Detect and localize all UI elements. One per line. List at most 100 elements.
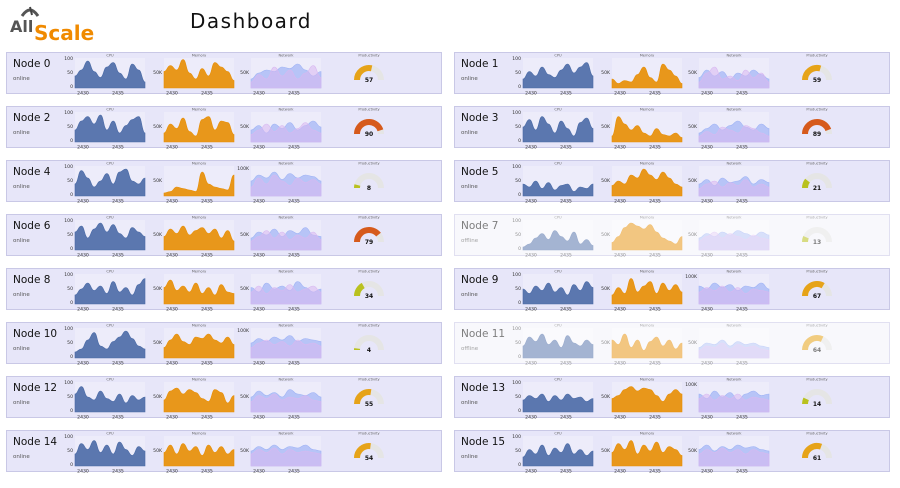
cpu-y-tick: 0 xyxy=(518,300,521,306)
memory-x-tick: 2435 xyxy=(649,199,661,205)
cpu-y-tick: 0 xyxy=(518,408,521,414)
node-card[interactable]: Node 14 online CPU 100 50 0 2430 2435 Memory 50K 2… xyxy=(6,430,442,475)
cpu-x-tick: 2435 xyxy=(112,361,124,367)
memory-chart-title: Memory xyxy=(192,324,207,328)
memory-chart-title: Memory xyxy=(640,378,655,382)
node-card[interactable]: Node 3 online CPU 100 50 0 2430 2435 Memory 50K 24… xyxy=(454,106,890,151)
network-chart-title: Network xyxy=(278,216,294,220)
network-y-tick: 50K xyxy=(240,124,250,130)
productivity-value: 13 xyxy=(813,239,821,246)
memory-x-tick: 2430 xyxy=(166,91,178,97)
node-card[interactable]: Node 6 online CPU 100 50 0 2430 2435 Memory 50K 24… xyxy=(6,214,442,259)
productivity-value: 79 xyxy=(365,239,373,246)
memory-y-tick: 50K xyxy=(153,70,163,76)
memory-y-tick: 50K xyxy=(153,124,163,130)
node-card[interactable]: Node 4 online CPU 100 50 0 2430 2435 Memory 50K 24… xyxy=(6,160,442,205)
cpu-chart-title: CPU xyxy=(554,324,562,328)
productivity-value: 57 xyxy=(365,77,373,84)
cpu-y-tick: 50 xyxy=(67,232,73,238)
network-chart-title: Network xyxy=(726,378,742,382)
productivity-value: 54 xyxy=(365,455,373,462)
cpu-x-tick: 2430 xyxy=(77,253,89,259)
network-x-tick: 2430 xyxy=(701,307,713,313)
network-chart-title: Network xyxy=(278,270,294,274)
network-y-tick: 50K xyxy=(688,70,698,76)
cpu-chart-title: CPU xyxy=(106,216,114,220)
productivity-label: Productivity xyxy=(358,324,380,328)
network-x-tick: 2435 xyxy=(736,307,748,313)
memory-chart-title: Memory xyxy=(192,108,207,112)
cpu-x-tick: 2435 xyxy=(112,199,124,205)
cpu-x-tick: 2435 xyxy=(560,199,572,205)
network-x-tick: 2430 xyxy=(701,415,713,421)
cpu-chart-title: CPU xyxy=(106,270,114,274)
node-card[interactable]: Node 5 online CPU 100 50 0 2430 2435 Memory 50K 24… xyxy=(454,160,890,205)
allscale-logo: All Scale xyxy=(8,2,108,46)
cpu-y-tick: 50 xyxy=(515,124,521,130)
node-charts: CPU 100 50 0 2430 2435 Memory 50K 2430 2435 Networ… xyxy=(64,108,384,151)
cpu-x-tick: 2435 xyxy=(560,91,572,97)
memory-x-tick: 2435 xyxy=(201,415,213,421)
node-charts: CPU 100 50 0 2430 2435 Memory 50K 2430 2435 Networ… xyxy=(512,54,832,97)
network-y-tick: 50K xyxy=(240,70,250,76)
memory-x-tick: 2435 xyxy=(201,145,213,151)
node-card[interactable]: Node 9 online CPU 100 50 0 2430 2435 Memory 50K 24… xyxy=(454,268,890,313)
node-charts: CPU 100 50 0 2430 2435 Memory 50K 2430 2435 Networ… xyxy=(64,378,384,421)
node-card[interactable]: Node 0 online CPU 100 50 0 2430 2435 Memory 50K 24… xyxy=(6,52,442,97)
network-x-tick: 2430 xyxy=(701,469,713,475)
cpu-x-tick: 2430 xyxy=(525,307,537,313)
network-x-tick: 2430 xyxy=(253,361,265,367)
memory-x-tick: 2435 xyxy=(201,91,213,97)
cpu-y-tick: 0 xyxy=(70,462,73,468)
cpu-x-tick: 2430 xyxy=(525,361,537,367)
network-x-tick: 2430 xyxy=(253,145,265,151)
productivity-value: 59 xyxy=(813,77,821,84)
memory-x-tick: 2430 xyxy=(614,91,626,97)
cpu-chart-title: CPU xyxy=(106,378,114,382)
node-card[interactable]: Node 7 offline CPU 100 50 0 2430 2435 Memory 50K 2… xyxy=(454,214,890,259)
cpu-x-tick: 2435 xyxy=(560,253,572,259)
memory-x-tick: 2430 xyxy=(166,145,178,151)
network-x-tick: 2435 xyxy=(288,145,300,151)
memory-x-tick: 2435 xyxy=(201,253,213,259)
network-chart-title: Network xyxy=(726,432,742,436)
node-card[interactable]: Node 15 online CPU 100 50 0 2430 2435 Memory 50K 2… xyxy=(454,430,890,475)
node-card[interactable]: Node 8 online CPU 100 50 0 2430 2435 Memory 50K 24… xyxy=(6,268,442,313)
network-x-tick: 2430 xyxy=(701,91,713,97)
network-area-b xyxy=(250,284,322,305)
network-chart-title: Network xyxy=(278,324,294,328)
cpu-y-tick: 100 xyxy=(64,56,73,62)
memory-chart-title: Memory xyxy=(192,162,207,166)
page-title: Dashboard xyxy=(190,9,313,33)
node-card[interactable]: Node 1 online CPU 100 50 0 2430 2435 Memory 50K 24… xyxy=(454,52,890,97)
node-card[interactable]: Node 12 online CPU 100 50 0 2430 2435 Memory 50K 2… xyxy=(6,376,442,421)
memory-chart-title: Memory xyxy=(640,270,655,274)
cpu-x-tick: 2430 xyxy=(525,253,537,259)
cpu-x-tick: 2435 xyxy=(112,415,124,421)
memory-x-tick: 2430 xyxy=(614,199,626,205)
cpu-y-tick: 100 xyxy=(512,110,521,116)
productivity-label: Productivity xyxy=(358,108,380,112)
productivity-value: 64 xyxy=(813,347,821,354)
node-charts: CPU 100 50 0 2430 2435 Memory 50K 2430 2435 Networ… xyxy=(64,270,384,313)
productivity-value: 90 xyxy=(365,131,373,138)
network-y-tick: 50K xyxy=(688,178,698,184)
memory-x-tick: 2435 xyxy=(201,307,213,313)
logo-text-scale: Scale xyxy=(34,21,94,45)
network-x-tick: 2430 xyxy=(253,253,265,259)
network-x-tick: 2435 xyxy=(288,253,300,259)
memory-y-tick: 50K xyxy=(153,448,163,454)
node-card[interactable]: Node 13 online CPU 100 50 0 2430 2435 Memory 50K 2… xyxy=(454,376,890,421)
cpu-y-tick: 0 xyxy=(518,84,521,90)
network-y-tick: 50K xyxy=(688,448,698,454)
memory-y-tick: 50K xyxy=(601,178,611,184)
node-card[interactable]: Node 11 offline CPU 100 50 0 2430 2435 Memory 50K… xyxy=(454,322,890,367)
productivity-value: 14 xyxy=(813,401,821,408)
node-card[interactable]: Node 10 online CPU 100 50 0 2430 2435 Memory 50K 2… xyxy=(6,322,442,367)
memory-chart-title: Memory xyxy=(640,432,655,436)
node-card[interactable]: Node 2 online CPU 100 50 0 2430 2435 Memory 50K 24… xyxy=(6,106,442,151)
cpu-y-tick: 0 xyxy=(70,408,73,414)
memory-x-tick: 2430 xyxy=(614,145,626,151)
memory-y-tick: 50K xyxy=(601,394,611,400)
network-chart-title: Network xyxy=(726,216,742,220)
